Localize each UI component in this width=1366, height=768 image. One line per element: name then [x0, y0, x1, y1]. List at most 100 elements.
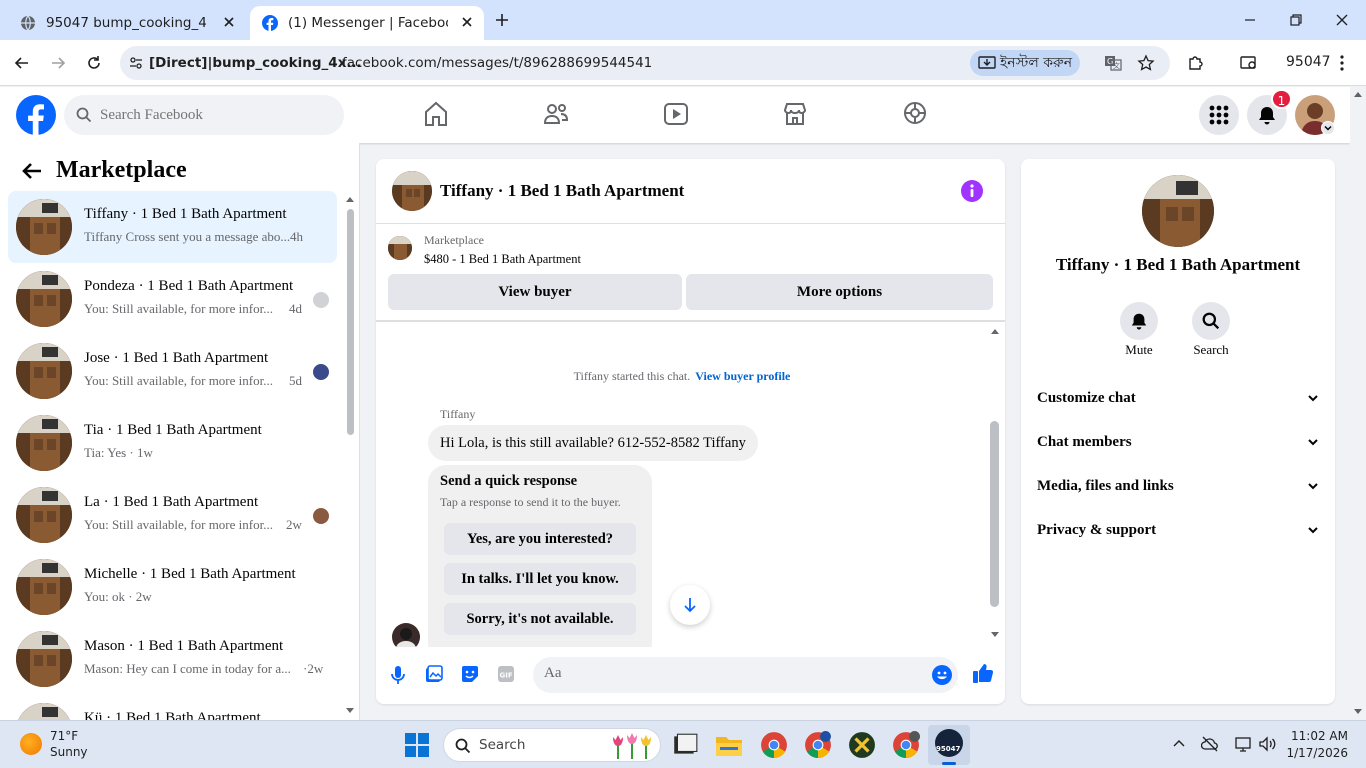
gaming-icon[interactable] [903, 101, 927, 125]
conversation-item[interactable]: La · 1 Bed 1 Bath Apartment You: Still av… [8, 479, 337, 551]
extensions-icon[interactable] [1187, 54, 1205, 72]
task-view-icon[interactable] [671, 731, 699, 759]
kebab-menu-icon[interactable] [1339, 54, 1345, 72]
sticker-icon[interactable] [461, 665, 479, 683]
back-arrow-icon[interactable] [22, 162, 42, 180]
install-app-chip[interactable]: ইনস্টল করুন [970, 50, 1081, 76]
scroll-to-bottom-button[interactable] [670, 585, 710, 625]
tab-title: 95047 bump_cooking_4x@ [46, 15, 206, 31]
account-chevron[interactable] [1321, 121, 1335, 135]
list-scrollbar[interactable] [344, 195, 356, 715]
mute-button[interactable] [1120, 302, 1158, 340]
marketplace-icon[interactable] [783, 101, 807, 127]
chat-title[interactable]: Tiffany · 1 Bed 1 Bath Apartment [440, 181, 684, 201]
thumbs-up-icon[interactable] [972, 662, 994, 684]
address-bar[interactable]: [Direct]|bump_cooking_4x... facebook.com… [120, 46, 1170, 80]
view-buyer-profile-link[interactable]: View buyer profile [695, 369, 790, 383]
taskbar-search[interactable]: Search [443, 728, 661, 762]
chrome-second-profile-icon[interactable] [892, 731, 920, 759]
menu-button[interactable] [1199, 95, 1239, 135]
tab-search-icon[interactable] [1240, 54, 1258, 72]
translate-icon[interactable]: G文 [1104, 54, 1122, 72]
search-in-chat-button[interactable] [1192, 302, 1230, 340]
minimize-icon[interactable] [1242, 12, 1258, 28]
chat-members-section[interactable]: Chat members [1037, 428, 1319, 456]
conversation-item[interactable]: Jose · 1 Bed 1 Bath Apartment You: Still … [8, 335, 337, 407]
scroll-down-icon[interactable] [1353, 708, 1363, 716]
conversation-list-panel: Marketplace Tiffany · 1 Bed 1 Bath Apart… [0, 143, 360, 720]
scroll-thumb[interactable] [347, 209, 354, 435]
video-icon[interactable] [663, 101, 689, 127]
browser-tab-2[interactable]: (1) Messenger | Facebook [250, 6, 484, 40]
privacy-support-section[interactable]: Privacy & support [1037, 516, 1319, 544]
scroll-thumb[interactable] [990, 421, 999, 607]
conversation-item[interactable]: Tiffany · 1 Bed 1 Bath Apartment Tiffany … [8, 191, 337, 263]
back-icon[interactable] [14, 55, 30, 71]
scroll-down-icon[interactable] [990, 631, 1000, 639]
ix-app-icon[interactable] [848, 731, 876, 759]
gallery-icon[interactable] [425, 665, 443, 683]
friends-icon[interactable] [543, 101, 569, 127]
chrome-profile-icon[interactable] [804, 731, 832, 759]
active-app-button[interactable]: 95047 [928, 725, 970, 765]
scroll-up-icon[interactable] [346, 195, 354, 203]
conversation-item[interactable]: Mason · 1 Bed 1 Bath Apartment Mason: Hey… [8, 623, 337, 695]
scroll-up-icon[interactable] [990, 327, 1000, 335]
view-buyer-button[interactable]: View buyer [388, 274, 682, 310]
listing-thumbnail[interactable] [388, 236, 412, 260]
customize-chat-section[interactable]: Customize chat [1037, 384, 1319, 412]
profile-label[interactable]: 95047 [1286, 54, 1331, 70]
facebook-search-input[interactable] [100, 106, 320, 124]
conversation-item[interactable]: Tia · 1 Bed 1 Bath Apartment Tia: Yes · 1… [8, 407, 337, 479]
facebook-search[interactable] [64, 95, 344, 135]
bookmark-star-icon[interactable] [1137, 54, 1155, 72]
tab-close-icon[interactable] [460, 15, 474, 29]
message-bubble[interactable]: Hi Lola, is this still available? 612-55… [428, 425, 758, 461]
restore-icon[interactable] [1288, 12, 1304, 28]
tab-close-icon[interactable] [222, 15, 236, 29]
sun-icon[interactable] [20, 733, 42, 755]
arrow-down-icon [684, 598, 696, 613]
site-info-icon[interactable] [128, 55, 144, 71]
clock-date: 1/17/2026 [1286, 746, 1348, 760]
facebook-logo-icon[interactable] [16, 95, 56, 135]
conversation-name: Kü · 1 Bed 1 Bath Apartment [84, 710, 261, 720]
listing-title[interactable]: $480 - 1 Bed 1 Bath Apartment [424, 252, 581, 267]
quick-response-in-talks[interactable]: In talks. I'll let you know. [444, 563, 636, 595]
page-scrollbar[interactable] [1350, 87, 1366, 720]
info-icon[interactable] [961, 180, 983, 202]
message-input[interactable]: Aa [533, 657, 958, 693]
browser-tab-1[interactable]: 95047 bump_cooking_4x@ [8, 6, 246, 40]
close-window-icon[interactable] [1334, 12, 1350, 28]
clock-time[interactable]: 11:02 AM [1284, 729, 1348, 743]
info-avatar[interactable] [1142, 175, 1214, 247]
conversation-item[interactable]: Kü · 1 Bed 1 Bath Apartment [8, 695, 337, 720]
quick-response-yes[interactable]: Yes, are you interested? [444, 523, 636, 555]
chat-scrollbar[interactable] [988, 325, 1002, 641]
network-icon[interactable] [1234, 735, 1252, 753]
windows-taskbar: 71°F Sunny Search 95047 11:02 AM 1/17/20… [0, 720, 1366, 768]
windows-start-icon[interactable] [405, 733, 429, 757]
volume-icon[interactable] [1258, 735, 1276, 753]
scroll-down-icon[interactable] [346, 707, 354, 715]
chevron-down-icon [1308, 483, 1318, 490]
new-tab-icon[interactable] [494, 12, 510, 28]
conversation-item[interactable]: Michelle · 1 Bed 1 Bath Apartment You: ok… [8, 551, 337, 623]
scroll-up-icon[interactable] [1353, 90, 1363, 98]
chevron-up-icon[interactable] [1172, 737, 1186, 751]
file-explorer-icon[interactable] [715, 731, 743, 759]
chat-header-avatar[interactable] [392, 171, 432, 211]
cloud-offline-icon[interactable] [1201, 735, 1219, 753]
conversation-item[interactable]: Pondeza · 1 Bed 1 Bath Apartment You: Sti… [8, 263, 337, 335]
media-files-links-section[interactable]: Media, files and links [1037, 472, 1319, 500]
home-icon[interactable] [424, 101, 448, 127]
quick-response-not-available[interactable]: Sorry, it's not available. [444, 603, 636, 635]
weather-temperature[interactable]: 71°F [50, 729, 78, 743]
microphone-icon[interactable] [390, 665, 406, 685]
gif-icon[interactable]: GIF [497, 665, 515, 683]
chrome-icon[interactable] [760, 731, 788, 759]
emoji-icon[interactable] [932, 665, 952, 685]
reload-icon[interactable] [86, 55, 102, 71]
more-options-button[interactable]: More options [686, 274, 993, 310]
forward-icon[interactable] [50, 55, 66, 71]
